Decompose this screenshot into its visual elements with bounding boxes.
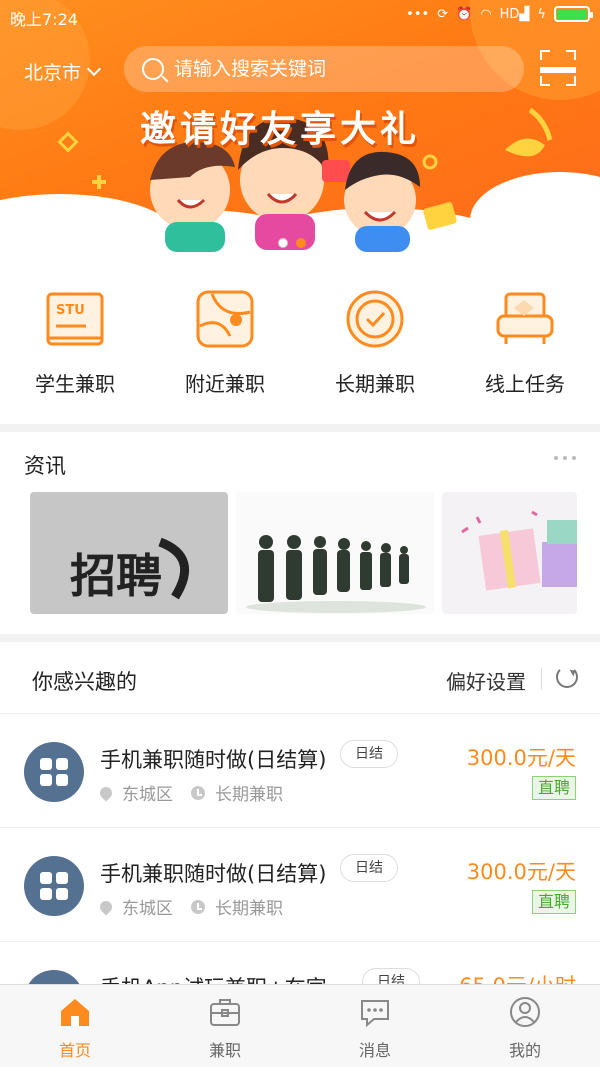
- job-salary: 65.0元/小时: [459, 970, 576, 984]
- news-section: 资讯 招聘: [0, 432, 600, 634]
- status-time: 晚上7:24: [10, 10, 78, 29]
- signal-icon: HD▟: [499, 6, 530, 22]
- top-banner: 晚上7:24 ••• ⟳ ⏰ ◠ HD▟ ϟ 北京市 邀请好友享大礼: [0, 0, 600, 262]
- businessmen-queue-image: [246, 535, 426, 613]
- city-label: 北京市: [24, 62, 82, 84]
- section-title: 资讯: [24, 454, 66, 478]
- chat-bubble-icon: [361, 1000, 389, 1028]
- tab-profile[interactable]: 我的: [450, 985, 600, 1067]
- gift-boxes-image: [461, 510, 577, 591]
- status-bar: 晚上7:24 ••• ⟳ ⏰ ◠ HD▟ ϟ: [0, 0, 600, 32]
- chevron-down-icon: [86, 61, 102, 77]
- category-label: 线上任务: [485, 372, 565, 396]
- interest-section: 你感兴趣的 偏好设置 手机兼职随时做(日结算) 日结 东城区 长期兼职 300.…: [0, 642, 600, 984]
- pagination-dot-active[interactable]: [296, 238, 306, 248]
- news-thumbnail[interactable]: [442, 492, 577, 614]
- direct-hire-badge: 直聘: [531, 890, 576, 914]
- job-salary: 300.0元/天: [466, 860, 576, 884]
- pay-type-badge: 日结: [340, 854, 398, 882]
- charging-icon: ϟ: [537, 6, 546, 22]
- dots-icon: •••: [406, 6, 430, 22]
- sync-icon: ⟳: [437, 6, 449, 22]
- wifi-icon: ◠: [480, 6, 492, 22]
- status-icons: ••• ⟳ ⏰ ◠ HD▟ ϟ: [406, 6, 593, 22]
- tab-label: 我的: [508, 1041, 541, 1060]
- pagination-dot[interactable]: [278, 238, 288, 248]
- scan-icon[interactable]: [540, 50, 576, 86]
- category-label: 长期兼职: [335, 372, 415, 396]
- student-card-icon: STU: [46, 292, 104, 346]
- briefcase-icon: [210, 999, 240, 1026]
- clock-icon: [191, 899, 205, 914]
- category-student[interactable]: STU 学生兼职: [0, 262, 150, 424]
- job-avatar: [24, 856, 84, 916]
- tab-home[interactable]: 首页: [0, 985, 150, 1067]
- direct-hire-badge: 直聘: [531, 776, 576, 800]
- more-icon[interactable]: [554, 456, 576, 460]
- job-duration: 长期兼职: [215, 785, 283, 805]
- category-grid: STU 学生兼职 附近兼职 长期兼职 线上任务: [0, 262, 600, 424]
- tab-label: 兼职: [208, 1041, 241, 1060]
- job-title: 手机App试玩兼职+在家: [100, 972, 327, 984]
- job-title: 手机兼职随时做(日结算): [100, 862, 327, 886]
- tab-label: 消息: [358, 1041, 391, 1060]
- svg-text:STU: STU: [56, 303, 85, 318]
- section-title: 你感兴趣的: [32, 670, 137, 694]
- interest-header: 你感兴趣的 偏好设置: [0, 642, 600, 714]
- category-nearby[interactable]: 附近兼职: [150, 262, 300, 424]
- tab-jobs[interactable]: 兼职: [150, 985, 300, 1067]
- job-list-item[interactable]: 手机兼职随时做(日结算) 日结 东城区 长期兼职 300.0元/天 直聘: [0, 828, 600, 942]
- city-selector[interactable]: 北京市: [24, 58, 102, 85]
- search-bar[interactable]: [124, 46, 524, 92]
- divider: [541, 668, 542, 690]
- svg-text:招聘: 招聘: [70, 549, 162, 603]
- refresh-icon[interactable]: [556, 666, 578, 688]
- category-long-term[interactable]: 长期兼职: [300, 262, 450, 424]
- job-list-item[interactable]: 手机兼职随时做(日结算) 日结 东城区 长期兼职 300.0元/天 直聘: [0, 714, 600, 828]
- news-thumbnail[interactable]: [236, 492, 434, 614]
- pay-type-badge: 日结: [362, 968, 420, 984]
- search-input[interactable]: [174, 58, 494, 80]
- sofa-icon: [496, 292, 554, 344]
- location-pin-icon: [97, 898, 115, 915]
- preference-settings-button[interactable]: 偏好设置: [446, 666, 526, 695]
- banner-title[interactable]: 邀请好友享大礼: [140, 100, 420, 152]
- news-thumbnail[interactable]: 招聘: [30, 492, 228, 614]
- category-label: 附近兼职: [185, 372, 265, 396]
- job-avatar: [24, 742, 84, 802]
- job-district: 东城区: [122, 899, 173, 919]
- recruitment-calligraphy-image: 招聘: [70, 537, 189, 603]
- category-online[interactable]: 线上任务: [450, 262, 600, 424]
- tab-messages[interactable]: 消息: [300, 985, 450, 1067]
- battery-icon: [554, 6, 593, 22]
- clock-icon: [191, 785, 205, 800]
- tab-label: 首页: [58, 1041, 91, 1060]
- banner-pagination: [278, 238, 306, 248]
- job-meta: 东城区 长期兼职: [97, 894, 283, 919]
- map-pin-icon: [196, 290, 254, 348]
- job-district: 东城区: [122, 785, 173, 805]
- job-duration: 长期兼职: [215, 899, 283, 919]
- job-list-item[interactable]: 手机App试玩兼职+在家 日结 65.0元/小时: [0, 942, 600, 984]
- job-salary: 300.0元/天: [466, 746, 576, 770]
- bottom-tab-bar: 首页 兼职 消息 我的: [0, 984, 600, 1067]
- search-icon: [142, 58, 164, 80]
- network-type: HD: [499, 6, 520, 22]
- job-title: 手机兼职随时做(日结算): [100, 748, 327, 772]
- alarm-icon: ⏰: [456, 6, 473, 22]
- location-pin-icon: [97, 784, 115, 801]
- home-icon: [61, 999, 89, 1026]
- job-avatar: [24, 970, 84, 984]
- category-label: 学生兼职: [35, 372, 115, 396]
- pay-type-badge: 日结: [340, 740, 398, 768]
- clock-check-icon: [346, 290, 404, 348]
- user-icon: [510, 997, 540, 1027]
- job-meta: 东城区 长期兼职: [97, 780, 283, 805]
